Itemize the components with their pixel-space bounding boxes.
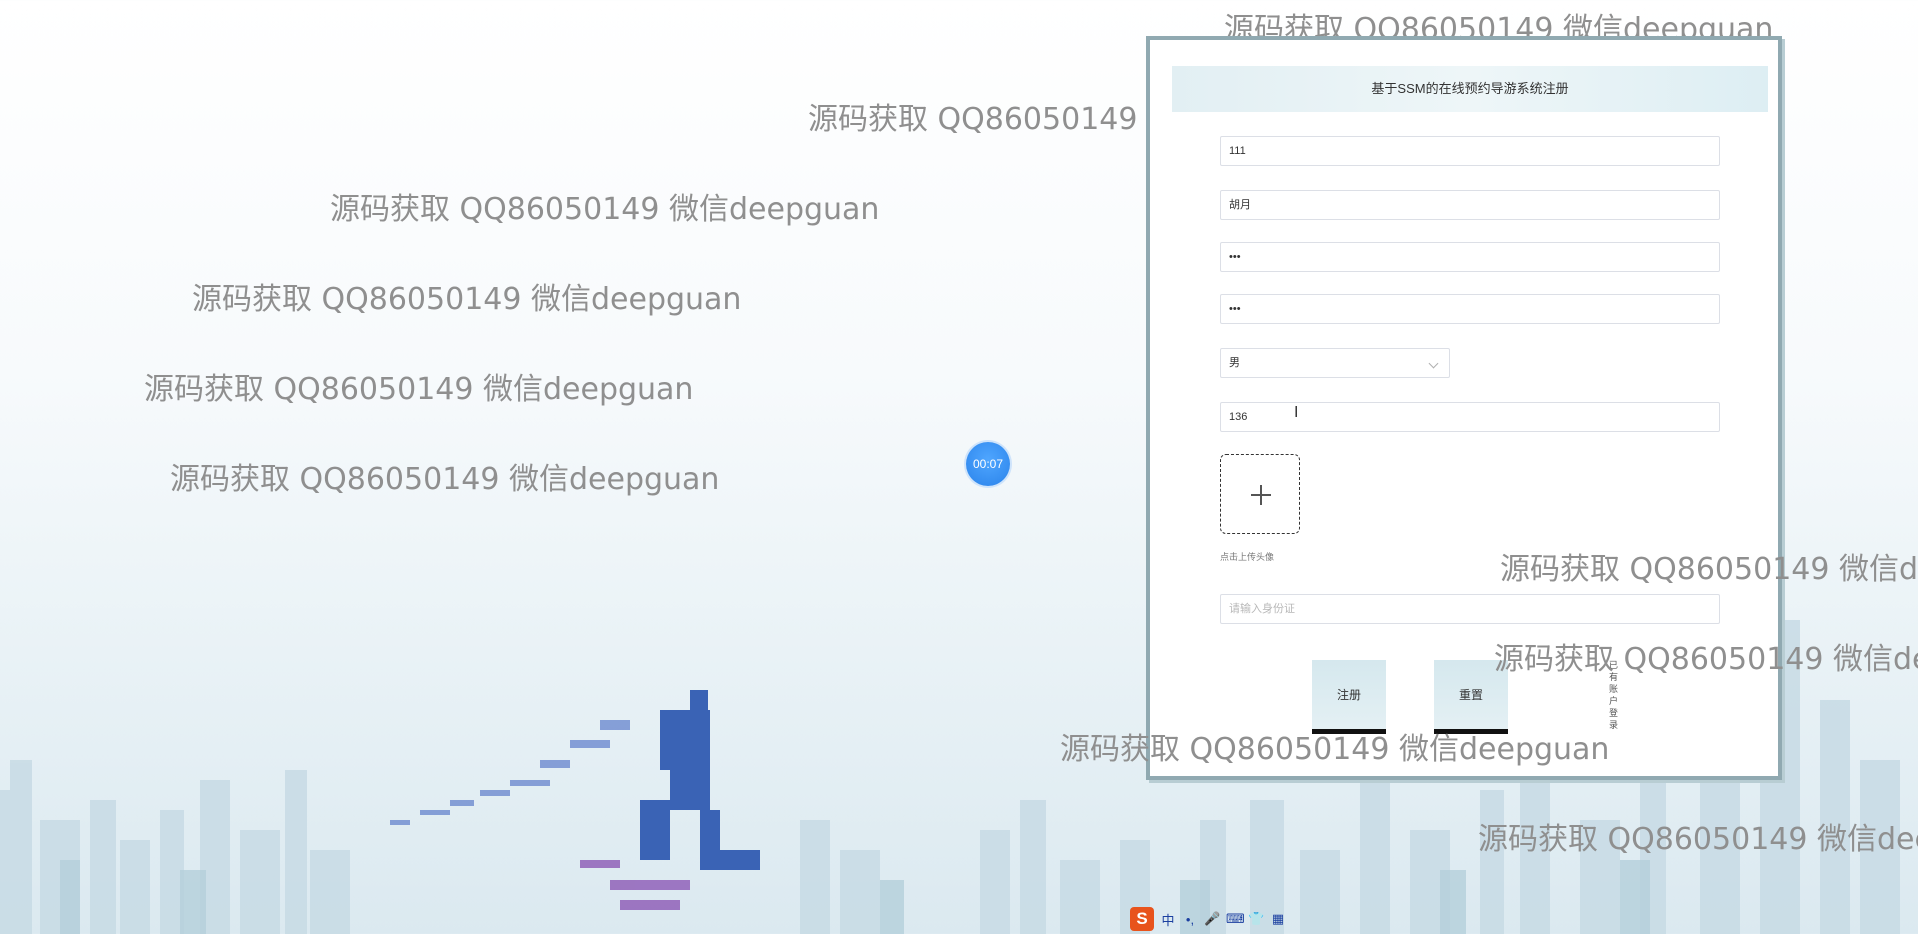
sogou-logo-icon[interactable]: S xyxy=(1130,907,1154,931)
keyboard-icon[interactable]: ⌨ xyxy=(1226,911,1245,927)
gender-select-value: 男 xyxy=(1229,357,1240,369)
plus-icon-stroke xyxy=(1260,485,1262,505)
microphone-icon[interactable]: 🎤 xyxy=(1204,911,1220,927)
watermark-text: 源码获取 QQ86050149 微信deepguan xyxy=(330,192,880,227)
skin-icon[interactable]: 👕 xyxy=(1248,911,1264,927)
watermark-text: 源码获取 QQ86050149 微信deepguan xyxy=(1060,732,1610,767)
toolbox-icon[interactable]: ▦ xyxy=(1270,911,1286,927)
ime-toolbar: S 中 •, 🎤 ⌨ 👕 ▦ xyxy=(1130,906,1286,932)
watermark-text: 源码获取 QQ86050149 微信deepguan xyxy=(170,462,720,497)
watermark-text: 源码获取 QQ86050149 微信deepguan xyxy=(1494,642,1918,677)
form-title: 基于SSM的在线预约导游系统注册 xyxy=(1172,66,1768,112)
id-card-input[interactable]: 请输入身份证 xyxy=(1220,594,1720,624)
upload-avatar-label: 点击上传头像 xyxy=(1220,552,1275,562)
confirm-password-input[interactable]: ••• xyxy=(1220,294,1720,324)
gender-select[interactable]: 男 xyxy=(1220,348,1450,378)
watermark-text: 源码获取 QQ86050149 微信deepguan xyxy=(1478,822,1918,857)
recording-timer[interactable]: 00:07 xyxy=(966,442,1010,486)
account-input[interactable]: 111 xyxy=(1220,136,1720,166)
runner-illustration xyxy=(390,690,760,910)
watermark-text: 源码获取 QQ86050149 微信deepguan xyxy=(144,372,694,407)
name-input[interactable]: 胡月 xyxy=(1220,190,1720,220)
ime-mode-toggle[interactable]: 中 xyxy=(1160,910,1176,929)
watermark-text: 源码获取 QQ86050149 微信deepguan xyxy=(1500,552,1918,587)
punctuation-icon[interactable]: •, xyxy=(1182,912,1198,927)
register-button[interactable]: 注册 xyxy=(1312,660,1386,734)
avatar-upload-button[interactable] xyxy=(1220,454,1300,534)
text-cursor-icon: I xyxy=(1294,404,1299,421)
chevron-down-icon xyxy=(1428,358,1439,369)
watermark-text: 源码获取 QQ86050149 微信deepguan xyxy=(192,282,742,317)
password-input[interactable]: ••• xyxy=(1220,242,1720,272)
